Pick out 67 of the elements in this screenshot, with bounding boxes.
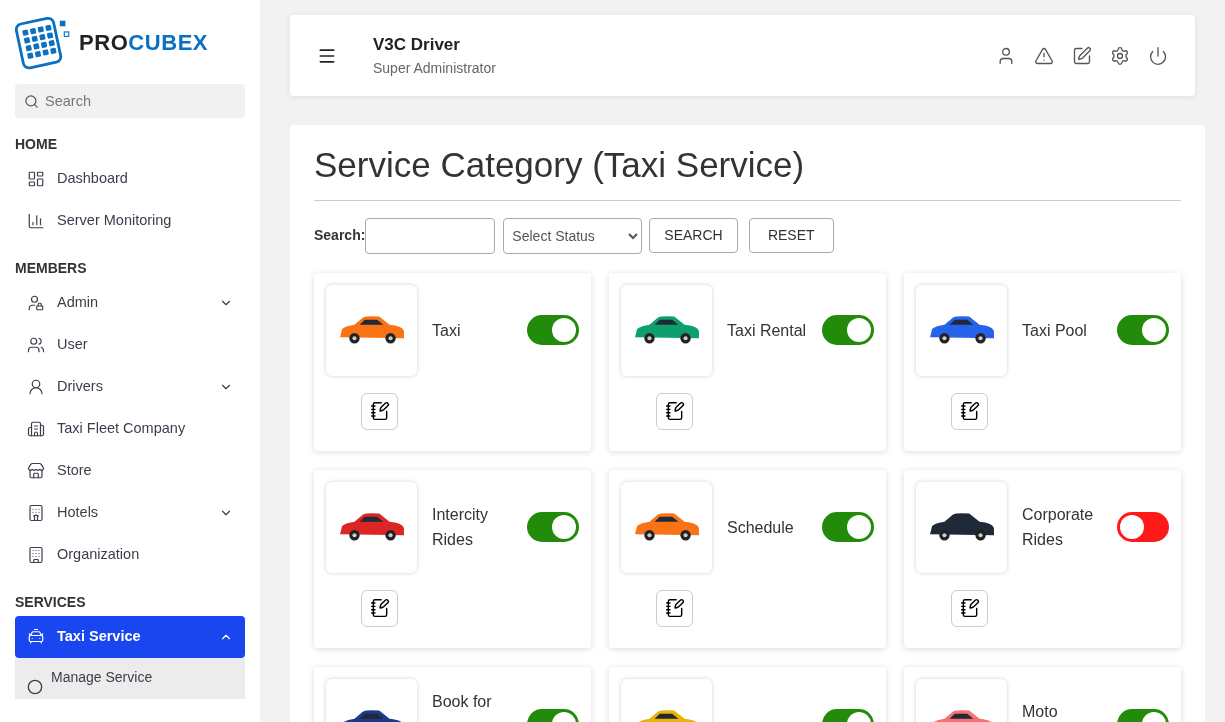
- user-icon: [27, 378, 45, 396]
- edit-icon: [664, 401, 685, 421]
- section-heading: MEMBERS: [15, 258, 88, 278]
- taxi-icon: [27, 628, 45, 646]
- hotel-icon: [27, 504, 45, 522]
- search-input[interactable]: [365, 217, 496, 254]
- section-heading: HOME: [15, 134, 58, 154]
- card-title: Book for: [432, 691, 493, 712]
- toggle-switch[interactable]: [1117, 512, 1169, 542]
- sidebar-item[interactable]: Organization: [15, 534, 245, 576]
- search-label: Search:: [314, 226, 366, 245]
- edit-icon[interactable]: [1072, 45, 1092, 66]
- toggle-switch[interactable]: [822, 512, 874, 542]
- chart-icon: [27, 212, 45, 230]
- card-title: Schedule: [727, 517, 795, 538]
- logo-icon: [15, 14, 71, 70]
- section-heading: SERVICES: [15, 592, 87, 612]
- edit-icon: [664, 598, 685, 618]
- sidebar-item[interactable]: Admin: [15, 282, 245, 324]
- sidebar-item[interactable]: Taxi Service: [15, 616, 245, 658]
- user-lock-icon: [27, 294, 45, 312]
- card-title: Moto: [1022, 701, 1059, 722]
- toggle-switch[interactable]: [1117, 315, 1169, 345]
- search-icon: [24, 94, 39, 109]
- sidebar-item[interactable]: Store: [15, 450, 245, 492]
- toggle-switch[interactable]: [527, 512, 579, 542]
- edit-button[interactable]: [656, 392, 693, 430]
- toggle-switch[interactable]: [527, 315, 579, 345]
- card-title: Taxi Rental: [727, 320, 808, 341]
- edit-button[interactable]: [951, 392, 988, 430]
- submenu-item[interactable]: Manage Service: [15, 658, 245, 699]
- building-icon: [27, 420, 45, 438]
- settings-icon[interactable]: [1110, 45, 1130, 66]
- edit-icon: [959, 598, 980, 618]
- card-title: Intercity Rides: [432, 505, 489, 550]
- sidebar-item[interactable]: Server Monitoring: [15, 200, 245, 242]
- brand-name: PROCUBEX: [79, 28, 209, 57]
- card-title: Taxi Pool: [1022, 320, 1088, 341]
- card-title: Corporate Rides: [1022, 505, 1095, 550]
- card-title: Taxi: [432, 320, 462, 341]
- edit-icon: [369, 598, 390, 618]
- sidebar-item[interactable]: Hotels: [15, 492, 245, 534]
- store-icon: [27, 462, 45, 480]
- edit-button[interactable]: [656, 589, 693, 627]
- edit-button[interactable]: [361, 589, 398, 627]
- filter-button[interactable]: RESET: [748, 218, 834, 253]
- search-field[interactable]: Search: [15, 84, 245, 118]
- edit-icon: [369, 401, 390, 421]
- warning-icon[interactable]: [1034, 45, 1054, 66]
- sidebar-item[interactable]: Drivers: [15, 366, 245, 408]
- page-title: Service Category (Taxi Service): [314, 139, 1181, 201]
- sidebar-item[interactable]: User: [15, 324, 245, 366]
- power-icon[interactable]: [1148, 45, 1168, 66]
- circle-icon: [27, 679, 43, 695]
- app-title: V3C Driver: [373, 34, 461, 57]
- sidebar-item[interactable]: Dashboard: [15, 158, 245, 200]
- sidebar-item[interactable]: Taxi Fleet Company: [15, 408, 245, 450]
- dashboard-icon: [27, 170, 45, 188]
- building-icon: [27, 546, 45, 564]
- edit-button[interactable]: [361, 392, 398, 430]
- status-select[interactable]: Select Status: [503, 217, 643, 254]
- edit-button[interactable]: [951, 589, 988, 627]
- toggle-switch[interactable]: [822, 315, 874, 345]
- filter-button[interactable]: SEARCH: [649, 218, 738, 253]
- users-icon: [27, 336, 45, 354]
- user-role: Super Administrator: [373, 58, 496, 78]
- edit-icon: [959, 401, 980, 421]
